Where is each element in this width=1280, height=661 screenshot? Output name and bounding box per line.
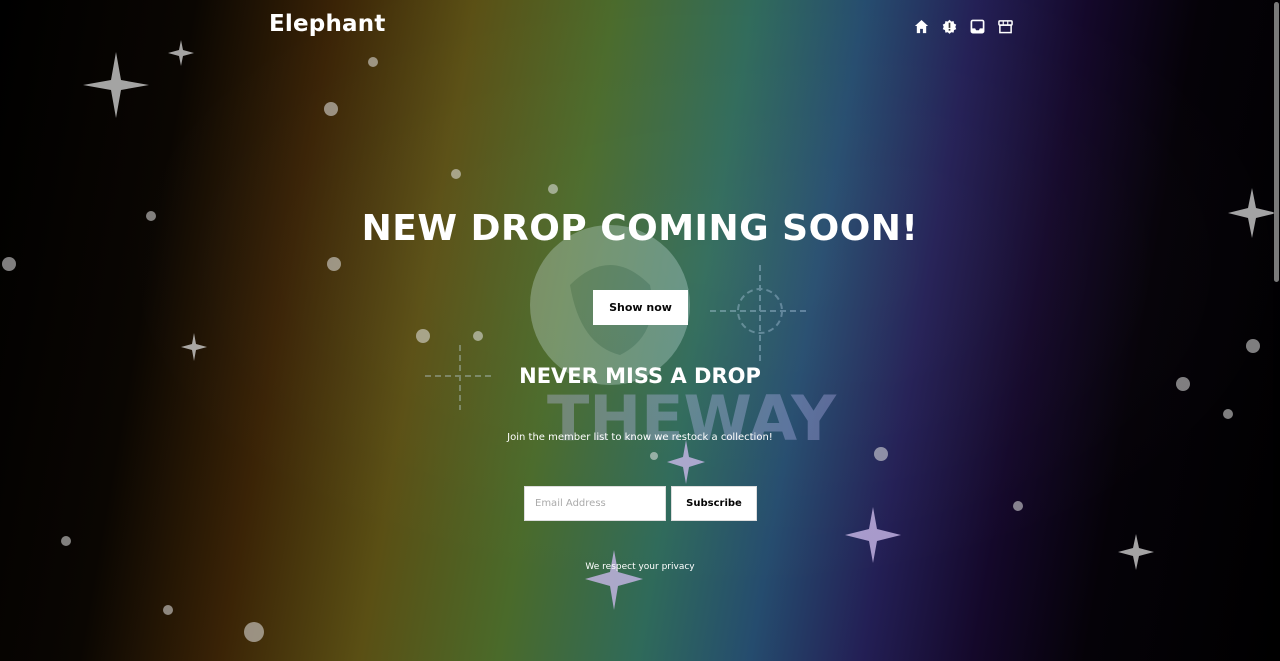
dot-decoration [368, 57, 378, 67]
subscribe-button[interactable]: Subscribe [671, 486, 757, 521]
email-input[interactable] [524, 486, 666, 521]
store-icon[interactable] [998, 19, 1013, 34]
dot-decoration [1013, 501, 1023, 511]
background-logo-text: THEWAY [547, 382, 837, 455]
newsletter-description: Join the member list to know we restock … [507, 432, 773, 443]
sparkle-star-icon [83, 52, 149, 118]
sparkle-star-icon [181, 333, 207, 361]
sparkle-star-icon [168, 40, 194, 66]
dot-decoration [163, 605, 173, 615]
sparkle-star-icon [845, 507, 901, 563]
brand-logo[interactable]: Elephant [269, 11, 386, 37]
scrollbar-thumb[interactable] [1274, 2, 1279, 282]
scrollbar[interactable] [1273, 0, 1280, 661]
dot-decoration [548, 184, 558, 194]
landing-page: THEWAY Elephant NEW DROP COMING SOON! Sh… [0, 0, 1280, 661]
hero-headline: NEW DROP COMING SOON! [361, 208, 919, 249]
dot-decoration [874, 447, 888, 461]
dot-decoration [61, 536, 71, 546]
dot-decoration [1246, 339, 1260, 353]
dot-decoration [451, 169, 461, 179]
theway-logo-watermark: THEWAY [425, 225, 837, 455]
home-icon[interactable] [914, 19, 929, 34]
privacy-note: We respect your privacy [585, 562, 695, 572]
dot-decoration [327, 257, 341, 271]
dot-decoration [1223, 409, 1233, 419]
newsletter-title: NEVER MISS A DROP [519, 364, 761, 388]
dot-decoration [324, 102, 338, 116]
inbox-icon[interactable] [970, 19, 985, 34]
dot-decoration [244, 622, 264, 642]
show-now-button[interactable]: Show now [593, 290, 688, 325]
dot-decoration [2, 257, 16, 271]
alert-icon[interactable] [942, 19, 957, 34]
sparkle-star-icon [585, 550, 643, 610]
header-nav [914, 19, 1013, 34]
